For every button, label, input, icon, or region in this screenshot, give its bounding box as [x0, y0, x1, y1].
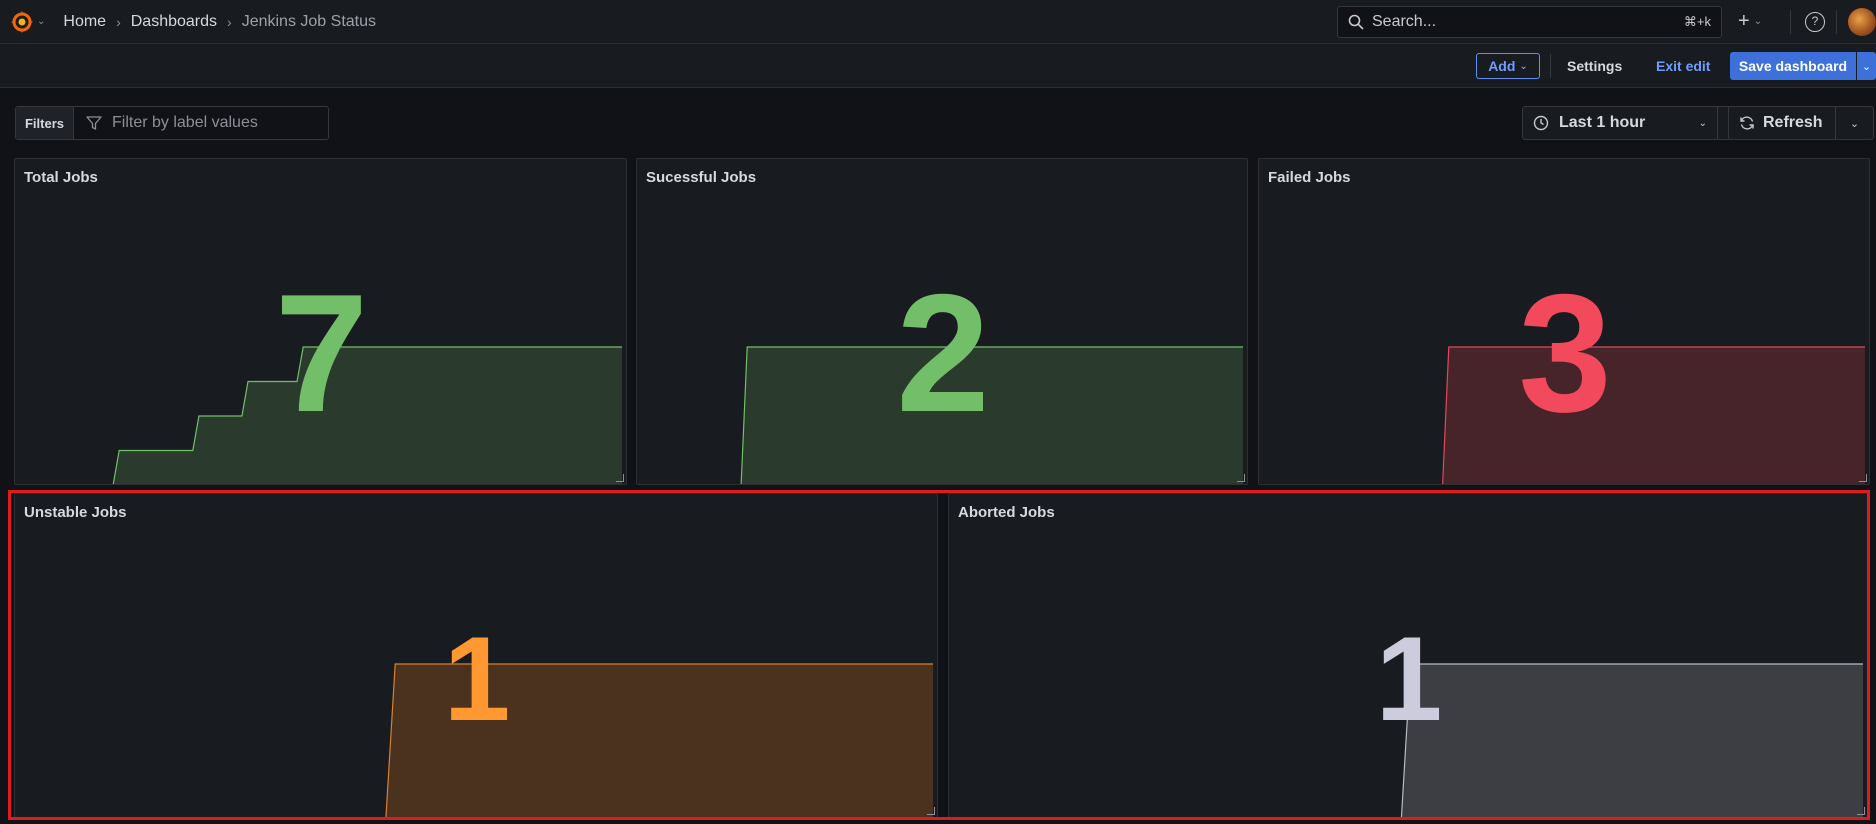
stat-value: 1 [1375, 612, 1443, 746]
resize-handle-icon[interactable] [1857, 807, 1865, 815]
search-placeholder: Search... [1372, 13, 1437, 30]
settings-button[interactable]: Settings [1567, 58, 1622, 74]
top-nav-bar: ⌄ Home › Dashboards › Jenkins Job Status… [0, 0, 1876, 44]
stat-value: 1 [443, 612, 511, 746]
chevron-down-icon: ⌄ [1861, 60, 1872, 73]
search-shortcut: ⌘+k [1683, 14, 1711, 29]
save-options-button[interactable]: ⌄ [1857, 52, 1876, 80]
plus-icon: + [1738, 10, 1750, 32]
chevron-down-icon: ⌄ [1849, 117, 1860, 130]
filter-placeholder: Filter by label values [112, 114, 258, 131]
stat-value: 7 [274, 259, 369, 447]
add-button-label: Add [1488, 58, 1516, 74]
filter-input[interactable]: Filter by label values [74, 107, 328, 139]
search-input[interactable]: Search... ⌘+k [1337, 6, 1722, 38]
add-button[interactable]: Add ⌄ [1476, 53, 1540, 79]
stat-panel-total-jobs[interactable]: Total Jobs 7 [14, 158, 627, 485]
avatar[interactable] [1848, 8, 1876, 36]
filter-icon [86, 116, 102, 130]
refresh-button[interactable]: Refresh [1728, 106, 1836, 140]
breadcrumb-current: Jenkins Job Status [241, 12, 376, 30]
stat-value: 3 [1518, 259, 1612, 447]
exit-edit-button[interactable]: Exit edit [1656, 58, 1710, 74]
resize-handle-icon[interactable] [1859, 474, 1867, 482]
stat-panel-unstable-jobs[interactable]: Unstable Jobs 1 [14, 493, 938, 818]
help-icon[interactable]: ? [1805, 12, 1825, 32]
clock-icon [1533, 115, 1549, 131]
divider [1836, 10, 1837, 34]
stat-value: 2 [896, 259, 990, 447]
new-menu-button[interactable]: + ⌄ [1738, 10, 1762, 33]
chevron-down-icon: ⌄ [1753, 16, 1763, 27]
stat-panel-aborted-jobs[interactable]: Aborted Jobs 1 [948, 493, 1868, 818]
refresh-icon [1740, 116, 1754, 130]
stat-panel-successful-jobs[interactable]: Sucessful Jobs 2 [636, 158, 1248, 485]
refresh-interval-button[interactable]: ⌄ [1836, 106, 1874, 140]
resize-handle-icon[interactable] [927, 807, 935, 815]
chevron-down-icon: ⌄ [1519, 60, 1528, 72]
refresh-label: Refresh [1763, 114, 1823, 131]
resize-handle-icon[interactable] [1237, 474, 1245, 482]
breadcrumb-separator: › [227, 13, 232, 30]
resize-handle-icon[interactable] [616, 474, 624, 482]
divider [1550, 54, 1551, 78]
filters-bar: Filters Filter by label values [15, 106, 329, 140]
dashboard-edit-toolbar: Add ⌄ Settings Exit edit Save dashboard … [0, 44, 1876, 88]
filters-label: Filters [16, 107, 74, 139]
time-range-label: Last 1 hour [1559, 114, 1646, 131]
breadcrumb-home[interactable]: Home [63, 13, 106, 31]
save-dashboard-button[interactable]: Save dashboard [1730, 52, 1856, 80]
grafana-menu[interactable]: ⌄ [10, 10, 45, 34]
breadcrumb-dashboards[interactable]: Dashboards [131, 13, 217, 31]
chevron-down-icon: ⌄ [1698, 117, 1707, 129]
search-icon [1348, 14, 1364, 30]
divider [1790, 10, 1791, 34]
stat-panel-failed-jobs[interactable]: Failed Jobs 3 [1258, 158, 1870, 485]
breadcrumb: Home › Dashboards › Jenkins Job Status [63, 13, 376, 31]
chevron-down-icon: ⌄ [37, 16, 46, 27]
grafana-logo-icon [11, 10, 33, 33]
time-range-picker[interactable]: Last 1 hour ⌄ [1522, 106, 1718, 140]
breadcrumb-separator: › [116, 13, 121, 30]
